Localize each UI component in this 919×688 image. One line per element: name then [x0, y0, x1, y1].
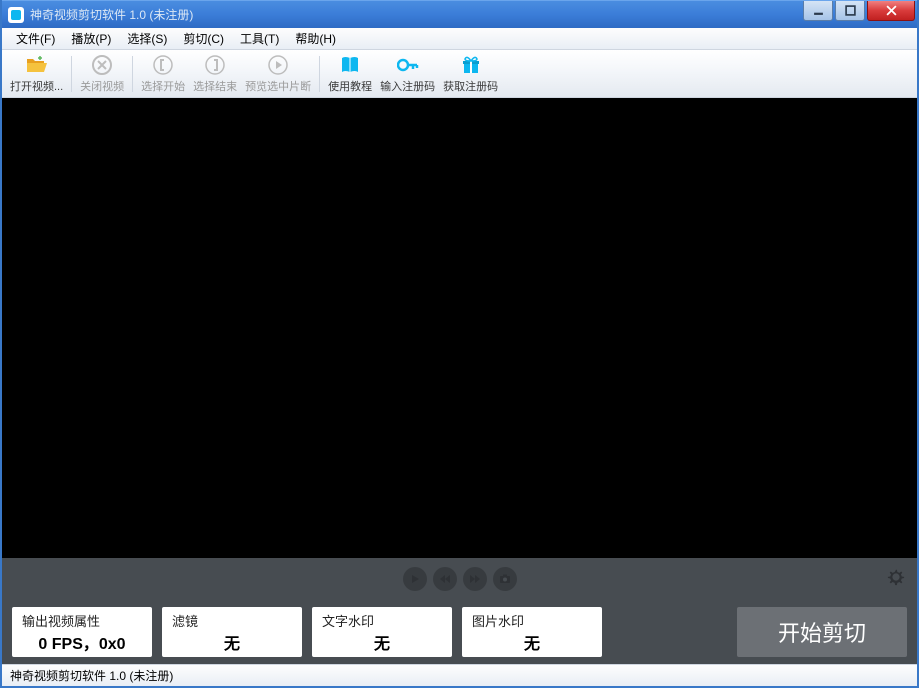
rewind-button[interactable] [433, 567, 457, 591]
bracket-right-icon [205, 54, 225, 76]
select-start-button: 选择开始 [137, 52, 189, 96]
bottom-panels: 输出视频属性 0 FPS，0x0 滤镜 无 文字水印 无 图片水印 无 开始剪切 [2, 600, 917, 664]
filter-title: 滤镜 [172, 611, 292, 630]
app-window: 神奇视频剪切软件 1.0 (未注册) 文件(F) 播放(P) 选择(S) 剪切(… [0, 0, 919, 688]
menu-file[interactable]: 文件(F) [8, 28, 63, 49]
video-preview[interactable] [2, 98, 917, 558]
image-wm-value: 无 [472, 630, 592, 654]
folder-open-icon [26, 54, 48, 76]
app-icon [8, 7, 24, 23]
bracket-left-icon [153, 54, 173, 76]
tutorial-button[interactable]: 使用教程 [324, 52, 376, 96]
image-watermark-panel[interactable]: 图片水印 无 [462, 607, 602, 657]
text-wm-title: 文字水印 [322, 611, 442, 630]
key-icon [397, 54, 419, 76]
play-circle-icon [268, 54, 288, 76]
enter-code-button[interactable]: 输入注册码 [376, 52, 439, 96]
close-video-button: 关闭视频 [76, 52, 128, 96]
menu-select[interactable]: 选择(S) [119, 28, 175, 49]
toolbar-divider [71, 56, 72, 92]
menu-tools[interactable]: 工具(T) [232, 28, 287, 49]
close-button[interactable] [867, 1, 915, 21]
maximize-button[interactable] [835, 1, 865, 21]
toolbar-divider [319, 56, 320, 92]
close-circle-icon [92, 54, 112, 76]
player-controls [403, 567, 517, 591]
output-props-panel[interactable]: 输出视频属性 0 FPS，0x0 [12, 607, 152, 657]
filter-value: 无 [172, 630, 292, 654]
menu-cut[interactable]: 剪切(C) [175, 28, 232, 49]
menubar: 文件(F) 播放(P) 选择(S) 剪切(C) 工具(T) 帮助(H) [2, 28, 917, 50]
toolbar-divider [132, 56, 133, 92]
toolbar: 打开视频... 关闭视频 选择开始 选择结束 [2, 50, 917, 98]
titlebar[interactable]: 神奇视频剪切软件 1.0 (未注册) [2, 0, 917, 28]
minimize-button[interactable] [803, 1, 833, 21]
text-wm-value: 无 [322, 630, 442, 654]
filter-panel[interactable]: 滤镜 无 [162, 607, 302, 657]
output-props-title: 输出视频属性 [22, 611, 142, 630]
settings-button[interactable] [887, 568, 905, 591]
window-title: 神奇视频剪切软件 1.0 (未注册) [30, 6, 803, 23]
select-end-button: 选择结束 [189, 52, 241, 96]
book-icon [340, 54, 360, 76]
text-watermark-panel[interactable]: 文字水印 无 [312, 607, 452, 657]
start-cut-button[interactable]: 开始剪切 [737, 607, 907, 657]
player-bar [2, 558, 917, 600]
open-video-button[interactable]: 打开视频... [6, 52, 67, 96]
get-code-button[interactable]: 获取注册码 [439, 52, 502, 96]
menu-help[interactable]: 帮助(H) [287, 28, 344, 49]
output-props-value: 0 FPS，0x0 [22, 630, 142, 654]
snapshot-button[interactable] [493, 567, 517, 591]
forward-button[interactable] [463, 567, 487, 591]
play-button[interactable] [403, 567, 427, 591]
menu-play[interactable]: 播放(P) [63, 28, 119, 49]
status-text: 神奇视频剪切软件 1.0 (未注册) [10, 667, 173, 684]
image-wm-title: 图片水印 [472, 611, 592, 630]
gift-icon [461, 54, 481, 76]
statusbar: 神奇视频剪切软件 1.0 (未注册) [2, 664, 917, 686]
preview-selection-button: 预览选中片断 [241, 52, 315, 96]
window-controls [803, 1, 917, 28]
